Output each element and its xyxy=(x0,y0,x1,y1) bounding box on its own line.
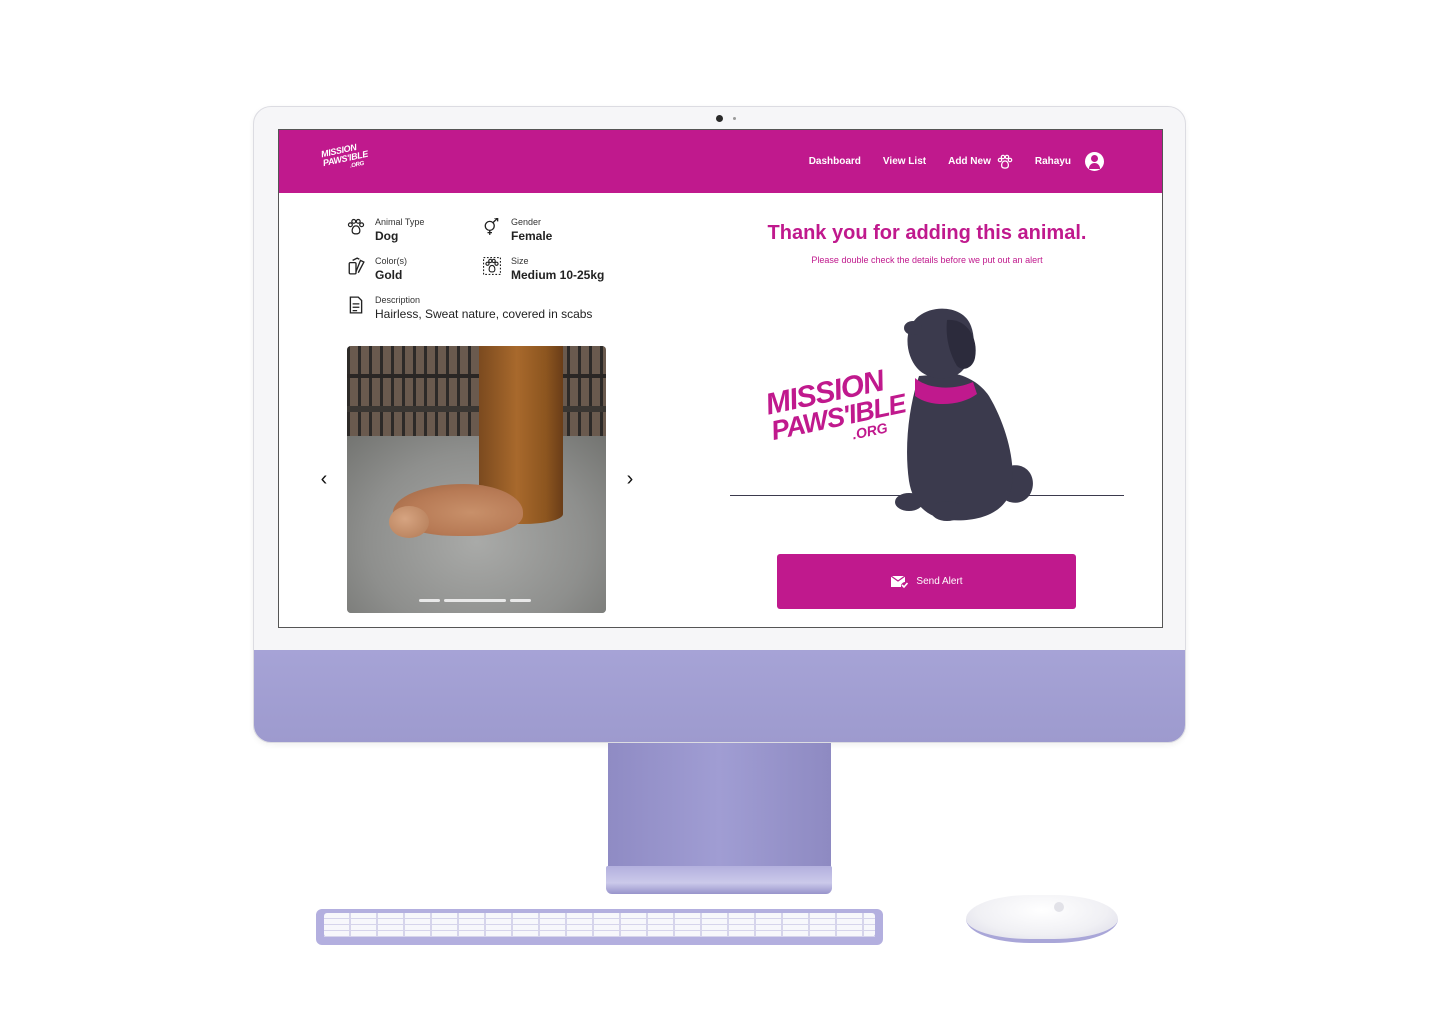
gender-value: Female xyxy=(511,229,553,243)
confirmation-subtitle: Please double check the details before w… xyxy=(811,255,1043,265)
description-label: Description xyxy=(375,295,421,305)
photo-dog-head xyxy=(389,506,429,538)
pager-dot[interactable] xyxy=(419,599,440,602)
camera-led xyxy=(733,117,736,120)
detail-gender: Gender Female xyxy=(483,216,552,245)
colors-value: Gold xyxy=(375,268,403,282)
nav-add-new-label: Add New xyxy=(948,156,991,167)
paw-icon xyxy=(347,218,365,235)
detail-animal-type: Animal Type Dog xyxy=(347,216,424,245)
document-icon xyxy=(349,296,363,314)
user-name: Rahayu xyxy=(1034,156,1071,167)
monitor-chin xyxy=(254,650,1185,742)
top-navbar: MISSION PAWS'IBLE .ORG Dashboard View Li… xyxy=(279,130,1162,193)
dog-silhouette-illustration xyxy=(895,308,1033,521)
nav-view-list-label: View List xyxy=(882,156,927,167)
keyboard xyxy=(316,909,883,945)
animal-type-value: Dog xyxy=(375,229,399,243)
photo-fence xyxy=(347,346,606,438)
nav-view-list[interactable]: View List xyxy=(883,156,926,167)
detail-colors: Color(s) Gold xyxy=(347,255,407,284)
photo-pager[interactable] xyxy=(419,599,531,602)
ground-line xyxy=(730,495,1124,496)
confirmation-title: Thank you for adding this animal. xyxy=(767,222,1087,244)
size-label: Size xyxy=(511,256,529,266)
photo-rail-bottom xyxy=(347,406,606,412)
brand-logo[interactable]: MISSION PAWS'IBLE .ORG xyxy=(320,142,369,180)
animal-type-label: Animal Type xyxy=(375,217,425,227)
detail-description: Description Hairless, Sweat nature, cove… xyxy=(347,294,592,323)
monitor-stand-neck xyxy=(608,743,831,868)
mouse xyxy=(966,895,1118,943)
size-value: Medium 10-25kg xyxy=(511,268,605,282)
description-value: Hairless, Sweat nature, covered in scabs xyxy=(375,307,593,321)
send-alert-label: Send Alert xyxy=(916,576,963,587)
size-paw-icon xyxy=(483,257,501,275)
camera xyxy=(716,115,723,122)
color-swatch-icon xyxy=(348,257,365,275)
photo-rail-top xyxy=(347,374,606,378)
detail-size: Size Medium 10-25kg xyxy=(483,255,604,284)
keyboard-keys xyxy=(324,913,875,937)
apple-logo-icon xyxy=(1054,902,1064,912)
user-avatar-icon xyxy=(1085,152,1104,171)
gender-icon xyxy=(484,218,499,235)
monitor-stand-foot xyxy=(606,866,832,894)
gallery-prev-button[interactable]: ‹ xyxy=(316,469,332,489)
colors-label: Color(s) xyxy=(375,256,408,266)
nav-dashboard[interactable]: Dashboard xyxy=(809,156,861,167)
pager-dot-active[interactable] xyxy=(444,599,506,602)
app-screen: MISSION PAWS'IBLE .ORG Dashboard View Li… xyxy=(278,129,1163,628)
gallery-next-button[interactable]: › xyxy=(622,469,638,489)
nav-add-new[interactable]: Add New xyxy=(948,154,1013,170)
monitor: MISSION PAWS'IBLE .ORG Dashboard View Li… xyxy=(253,106,1186,743)
mockup-stage: MISSION PAWS'IBLE .ORG Dashboard View Li… xyxy=(0,0,1440,1024)
main-nav: Dashboard View List Add New Rahayu xyxy=(809,130,1104,193)
animal-photo[interactable] xyxy=(347,346,606,613)
paw-icon xyxy=(997,154,1013,169)
nav-user-profile[interactable]: Rahayu xyxy=(1035,152,1104,171)
mission-pawsible-logo: MISSION PAWS'IBLE .ORG xyxy=(763,364,909,458)
gender-label: Gender xyxy=(511,217,542,227)
mail-check-icon xyxy=(891,575,909,588)
pager-dot[interactable] xyxy=(510,599,531,602)
send-alert-button[interactable]: Send Alert xyxy=(777,554,1076,609)
nav-dashboard-label: Dashboard xyxy=(808,156,861,167)
